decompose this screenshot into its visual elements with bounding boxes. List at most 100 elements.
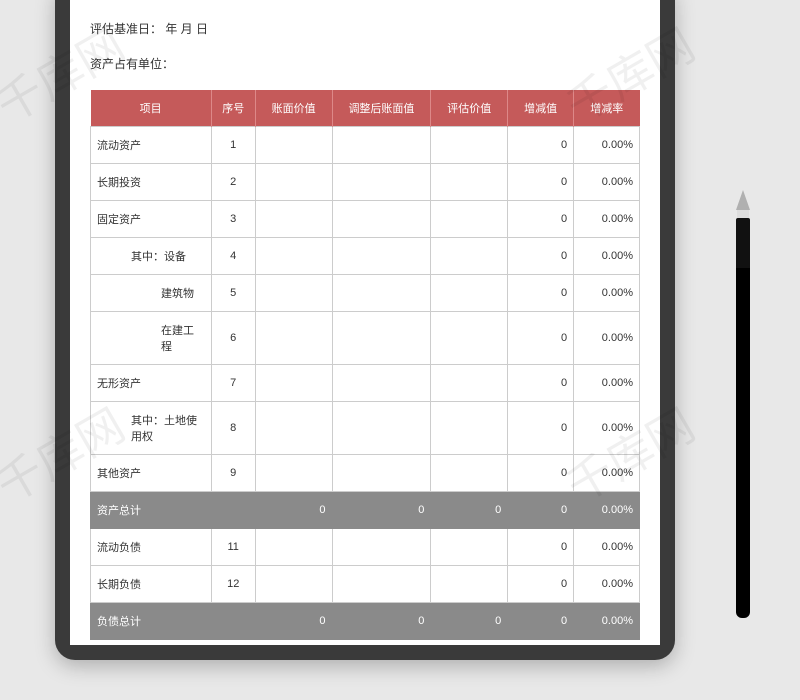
table-row: 流动资产1 00.00% xyxy=(91,127,640,164)
cell-item: 流动负债 xyxy=(91,529,212,566)
cell-rate: 0.00% xyxy=(574,127,640,164)
cell-adj xyxy=(332,455,431,492)
cell-adj xyxy=(332,529,431,566)
cell-diff: 0 xyxy=(508,238,574,275)
table-total-row: 负债总计00000.00% xyxy=(91,603,640,640)
cell-diff: 0 xyxy=(508,365,574,402)
cell-seq: 3 xyxy=(211,201,255,238)
table-body: 流动资产100.00%长期投资200.00%固定资产300.00%其中：设备40… xyxy=(91,127,640,640)
col-diff: 增减值 xyxy=(508,90,574,127)
table-header-row: 项目 序号 账面价值 调整后账面值 评估价值 增减值 增减率 xyxy=(91,90,640,127)
pen-body xyxy=(736,268,750,588)
pen-decoration xyxy=(736,190,750,620)
cell-eval: 0 xyxy=(431,603,508,640)
col-seq: 序号 xyxy=(211,90,255,127)
cell-book xyxy=(255,455,332,492)
table-row: 在建工程600.00% xyxy=(91,312,640,365)
cell-eval xyxy=(431,455,508,492)
cell-seq: 11 xyxy=(211,529,255,566)
cell-diff: 0 xyxy=(508,275,574,312)
cell-adj xyxy=(332,402,431,455)
table-row: 长期负债1200.00% xyxy=(91,566,640,603)
cell-item: 长期投资 xyxy=(91,164,212,201)
cell-book xyxy=(255,164,332,201)
cell-book: 0 xyxy=(255,492,332,529)
cell-item: 无形资产 xyxy=(91,365,212,402)
cell-eval xyxy=(431,127,508,164)
cell-seq xyxy=(211,603,255,640)
col-item: 项目 xyxy=(91,90,212,127)
cell-diff: 0 xyxy=(508,566,574,603)
cell-seq: 9 xyxy=(211,455,255,492)
cell-seq xyxy=(211,492,255,529)
cell-book xyxy=(255,127,332,164)
cell-rate: 0.00% xyxy=(574,201,640,238)
col-adj: 调整后账面值 xyxy=(332,90,431,127)
cell-rate: 0.00% xyxy=(574,365,640,402)
cell-eval xyxy=(431,238,508,275)
cell-book xyxy=(255,275,332,312)
table-row: 其中：设备4 00.00% xyxy=(91,238,640,275)
cell-adj xyxy=(332,238,431,275)
cell-item: 长期负债 xyxy=(91,566,212,603)
pen-grip xyxy=(736,218,750,268)
cell-seq: 8 xyxy=(211,402,255,455)
pen-collar xyxy=(737,210,749,218)
cell-diff: 0 xyxy=(508,164,574,201)
table-row: 其他资产900.00% xyxy=(91,455,640,492)
cell-diff: 0 xyxy=(508,603,574,640)
cell-rate: 0.00% xyxy=(574,402,640,455)
table-total-row: 资产总计00000.00% xyxy=(91,492,640,529)
cell-seq: 6 xyxy=(211,312,255,365)
cell-diff: 0 xyxy=(508,529,574,566)
cell-eval xyxy=(431,566,508,603)
asset-evaluation-table: 项目 序号 账面价值 调整后账面值 评估价值 增减值 增减率 流动资产100.0… xyxy=(90,90,640,640)
tablet-screen: 评估基准日： 年 月 日 资产占有单位： 项目 序号 账面价值 调整后账面值 评… xyxy=(70,0,660,645)
cell-adj xyxy=(332,127,431,164)
table-row: 建筑物5 00.00% xyxy=(91,275,640,312)
cell-eval xyxy=(431,201,508,238)
baseline-date-label: 评估基准日： 年 月 日 xyxy=(90,20,640,37)
cell-book xyxy=(255,312,332,365)
cell-rate: 0.00% xyxy=(574,603,640,640)
cell-adj xyxy=(332,365,431,402)
cell-diff: 0 xyxy=(508,127,574,164)
cell-book: 0 xyxy=(255,603,332,640)
cell-seq: 7 xyxy=(211,365,255,402)
cell-eval xyxy=(431,529,508,566)
cell-rate: 0.00% xyxy=(574,238,640,275)
cell-rate: 0.00% xyxy=(574,275,640,312)
cell-item: 其他资产 xyxy=(91,455,212,492)
table-row: 固定资产300.00% xyxy=(91,201,640,238)
cell-book xyxy=(255,238,332,275)
table-row: 流动负债1100.00% xyxy=(91,529,640,566)
cell-diff: 0 xyxy=(508,312,574,365)
cell-item: 建筑物 xyxy=(91,275,212,312)
cell-book xyxy=(255,365,332,402)
cell-adj xyxy=(332,275,431,312)
document-content: 评估基准日： 年 月 日 资产占有单位： 项目 序号 账面价值 调整后账面值 评… xyxy=(70,0,660,640)
pen-tip xyxy=(736,190,750,210)
cell-item: 流动资产 xyxy=(91,127,212,164)
pen-cap xyxy=(736,588,750,618)
cell-rate: 0.00% xyxy=(574,312,640,365)
cell-seq: 5 xyxy=(211,275,255,312)
cell-item: 固定资产 xyxy=(91,201,212,238)
cell-adj xyxy=(332,164,431,201)
cell-book xyxy=(255,566,332,603)
cell-diff: 0 xyxy=(508,455,574,492)
cell-adj xyxy=(332,201,431,238)
col-book: 账面价值 xyxy=(255,90,332,127)
cell-eval xyxy=(431,275,508,312)
cell-item: 其中：设备 xyxy=(91,238,212,275)
cell-item: 负债总计 xyxy=(91,603,212,640)
cell-adj xyxy=(332,566,431,603)
cell-eval xyxy=(431,365,508,402)
cell-seq: 1 xyxy=(211,127,255,164)
cell-seq: 12 xyxy=(211,566,255,603)
cell-seq: 4 xyxy=(211,238,255,275)
cell-eval xyxy=(431,402,508,455)
cell-adj xyxy=(332,312,431,365)
cell-eval: 0 xyxy=(431,492,508,529)
cell-item: 其中：土地使用权 xyxy=(91,402,212,455)
